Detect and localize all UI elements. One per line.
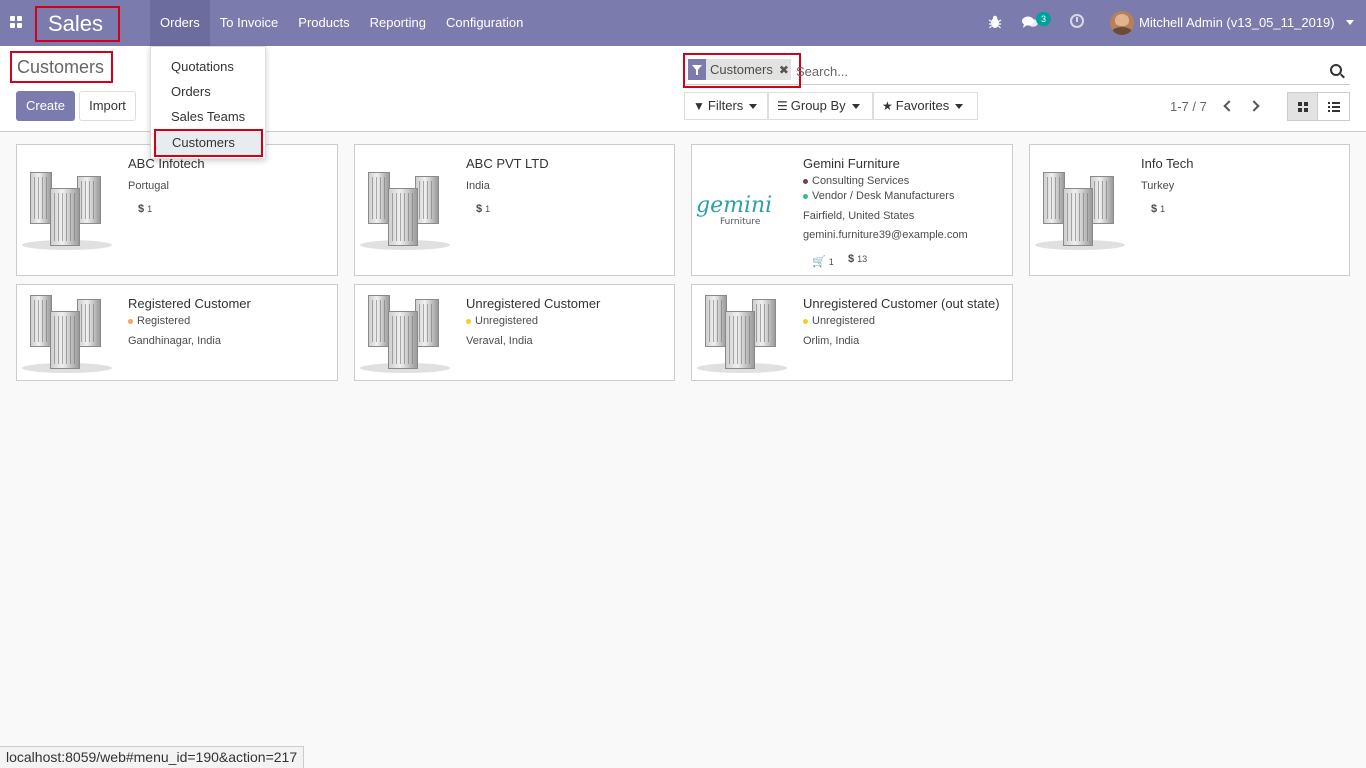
sale-count: $1 — [476, 203, 491, 215]
order-count: 🛒 1 — [812, 256, 834, 268]
card-address: Fairfield, United States — [803, 210, 915, 222]
orders-dropdown: Quotations Orders Sales Teams Customers — [150, 46, 266, 159]
favorites-label: Favorites — [895, 98, 950, 113]
funnel-icon: ▼ — [693, 99, 705, 113]
menu-orders[interactable]: Orders — [150, 0, 210, 46]
bars-icon: ☰ — [777, 99, 788, 113]
create-button[interactable]: Create — [16, 91, 75, 121]
card-title: Registered Customer — [128, 296, 251, 311]
chat-count-badge: 3 — [1036, 12, 1051, 26]
card-address: Veraval, India — [466, 335, 533, 347]
company-building-icon — [1035, 170, 1125, 255]
pager-next-icon[interactable] — [1250, 98, 1260, 114]
filters-label: Filters — [707, 98, 744, 113]
card-title: Unregistered Customer (out state) — [803, 296, 1000, 311]
card-address: Orlim, India — [803, 335, 860, 347]
card-country: Turkey — [1141, 180, 1175, 192]
top-navbar: Sales Orders To Invoice Products Reporti… — [0, 0, 1366, 46]
company-building-icon — [360, 293, 450, 378]
dollar-icon: $ — [848, 253, 855, 265]
menu-reporting[interactable]: Reporting — [360, 0, 436, 46]
svg-text:gemini: gemini — [696, 193, 772, 218]
caret-down-icon — [955, 104, 964, 110]
page-title: Customers — [10, 51, 113, 83]
customer-card[interactable]: ABC PVT LTD India $1 — [354, 144, 675, 276]
favorites-button[interactable]: ★ Favorites — [873, 92, 978, 120]
group-by-button[interactable]: ☰ Group By — [768, 92, 873, 120]
menu-products[interactable]: Products — [288, 0, 359, 46]
customer-card[interactable]: Unregistered Customer Unregistered Verav… — [354, 284, 675, 381]
customer-card[interactable]: Registered Customer Registered Gandhinag… — [16, 284, 338, 381]
company-building-icon — [22, 170, 112, 255]
svg-text:Furniture: Furniture — [720, 217, 761, 227]
dollar-icon: $ — [1151, 203, 1158, 215]
group-by-label: Group By — [790, 98, 846, 113]
customer-card[interactable]: Unregistered Customer (out state) Unregi… — [691, 284, 1013, 381]
user-menu[interactable]: Mitchell Admin (v13_05_11_2019) — [1139, 0, 1335, 46]
card-address: Gandhinagar, India — [128, 335, 221, 347]
company-building-icon — [697, 293, 787, 378]
tag-registered: Registered — [128, 315, 190, 327]
sale-count: $1 — [138, 203, 153, 215]
user-avatar[interactable] — [1110, 11, 1134, 35]
caret-down-icon — [851, 104, 860, 110]
customer-card[interactable]: ABC Infotech Portugal $1 — [16, 144, 338, 276]
card-country: India — [466, 180, 490, 192]
list-view-button[interactable] — [1318, 92, 1350, 121]
company-building-icon — [22, 293, 112, 378]
activity-clock-icon[interactable] — [1070, 14, 1084, 28]
dropdown-orders[interactable]: Orders — [151, 79, 267, 104]
import-button[interactable]: Import — [79, 91, 136, 121]
user-caret-icon[interactable] — [1346, 20, 1354, 25]
pager-previous-icon[interactable] — [1222, 98, 1232, 114]
bug-icon[interactable] — [988, 15, 1002, 29]
main-menu: Orders To Invoice Products Reporting Con… — [150, 0, 533, 46]
search-input[interactable] — [796, 61, 1316, 81]
customer-card[interactable]: Info Tech Turkey $1 — [1029, 144, 1350, 276]
dropdown-quotations[interactable]: Quotations — [151, 54, 267, 79]
facet-remove-icon[interactable]: ✖ — [777, 63, 791, 77]
company-building-icon — [360, 170, 450, 255]
search-facet-highlight: Customers ✖ — [683, 53, 801, 88]
card-title: Info Tech — [1141, 156, 1194, 171]
star-icon: ★ — [882, 99, 893, 113]
status-bar-url: localhost:8059/web#menu_id=190&action=21… — [0, 746, 305, 768]
card-title: Gemini Furniture — [803, 156, 900, 171]
dropdown-sales-teams[interactable]: Sales Teams — [151, 104, 267, 129]
tag-consulting: Consulting Services — [803, 175, 909, 187]
cart-icon: 🛒 — [812, 256, 826, 268]
gemini-furniture-logo: gemini Furniture — [696, 193, 772, 227]
pager-value[interactable]: 1-7 / 7 — [1170, 99, 1207, 114]
sale-count: $1 — [1151, 203, 1166, 215]
filter-icon — [688, 59, 706, 80]
card-title: Unregistered Customer — [466, 296, 601, 311]
card-title: ABC PVT LTD — [466, 156, 549, 171]
kanban-view-button[interactable] — [1287, 92, 1318, 121]
search-facet[interactable]: Customers ✖ — [688, 59, 791, 80]
search-bar: Customers ✖ — [683, 53, 1350, 88]
sale-count: $13 — [848, 253, 868, 265]
dropdown-customers[interactable]: Customers — [154, 129, 263, 157]
tag-unregistered: Unregistered — [466, 315, 538, 327]
apps-menu-icon[interactable] — [10, 16, 22, 28]
menu-to-invoice[interactable]: To Invoice — [210, 0, 289, 46]
tag-vendor: Vendor / Desk Manufacturers — [803, 190, 954, 202]
card-email: gemini.furniture39@example.com — [803, 229, 968, 241]
search-icon[interactable] — [1330, 64, 1342, 76]
menu-configuration[interactable]: Configuration — [436, 0, 533, 46]
caret-down-icon — [749, 104, 758, 110]
tag-unregistered: Unregistered — [803, 315, 875, 327]
customer-card[interactable]: gemini Furniture Gemini Furniture Consul… — [691, 144, 1013, 276]
filters-button[interactable]: ▼ Filters — [684, 92, 768, 120]
facet-label: Customers — [710, 62, 773, 77]
dollar-icon: $ — [476, 203, 483, 215]
dollar-icon: $ — [138, 203, 145, 215]
card-country: Portugal — [128, 180, 169, 192]
app-brand[interactable]: Sales — [35, 6, 120, 42]
